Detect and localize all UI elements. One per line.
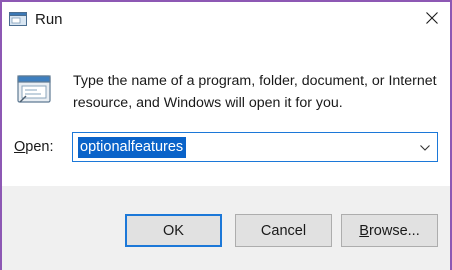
open-label: Open: xyxy=(14,139,54,155)
run-app-icon xyxy=(9,12,27,26)
dropdown-button[interactable] xyxy=(417,137,433,157)
open-input-value[interactable]: optionalfeatures xyxy=(78,137,187,158)
browse-label: rowse... xyxy=(368,222,420,239)
title-bar: Run xyxy=(2,2,450,38)
ok-button[interactable]: OK xyxy=(125,214,222,247)
open-label-text: pen: xyxy=(25,139,54,155)
button-bar: OK Cancel Browse... xyxy=(2,186,450,270)
browse-access-key: B xyxy=(359,222,369,239)
open-label-access-key: O xyxy=(14,139,26,155)
dialog-content: Type the name of a program, folder, docu… xyxy=(2,38,450,186)
window-title: Run xyxy=(35,11,63,28)
close-icon xyxy=(426,11,438,29)
run-dialog: Run Type the name of a program, folder, … xyxy=(0,0,452,270)
description-text: Type the name of a program, folder, docu… xyxy=(73,73,437,111)
run-dialog-icon xyxy=(16,72,52,108)
open-combobox[interactable]: optionalfeatures xyxy=(72,132,438,162)
close-button[interactable] xyxy=(416,6,448,34)
cancel-button[interactable]: Cancel xyxy=(235,214,332,247)
chevron-down-icon xyxy=(420,138,430,156)
browse-button[interactable]: Browse... xyxy=(341,214,438,247)
